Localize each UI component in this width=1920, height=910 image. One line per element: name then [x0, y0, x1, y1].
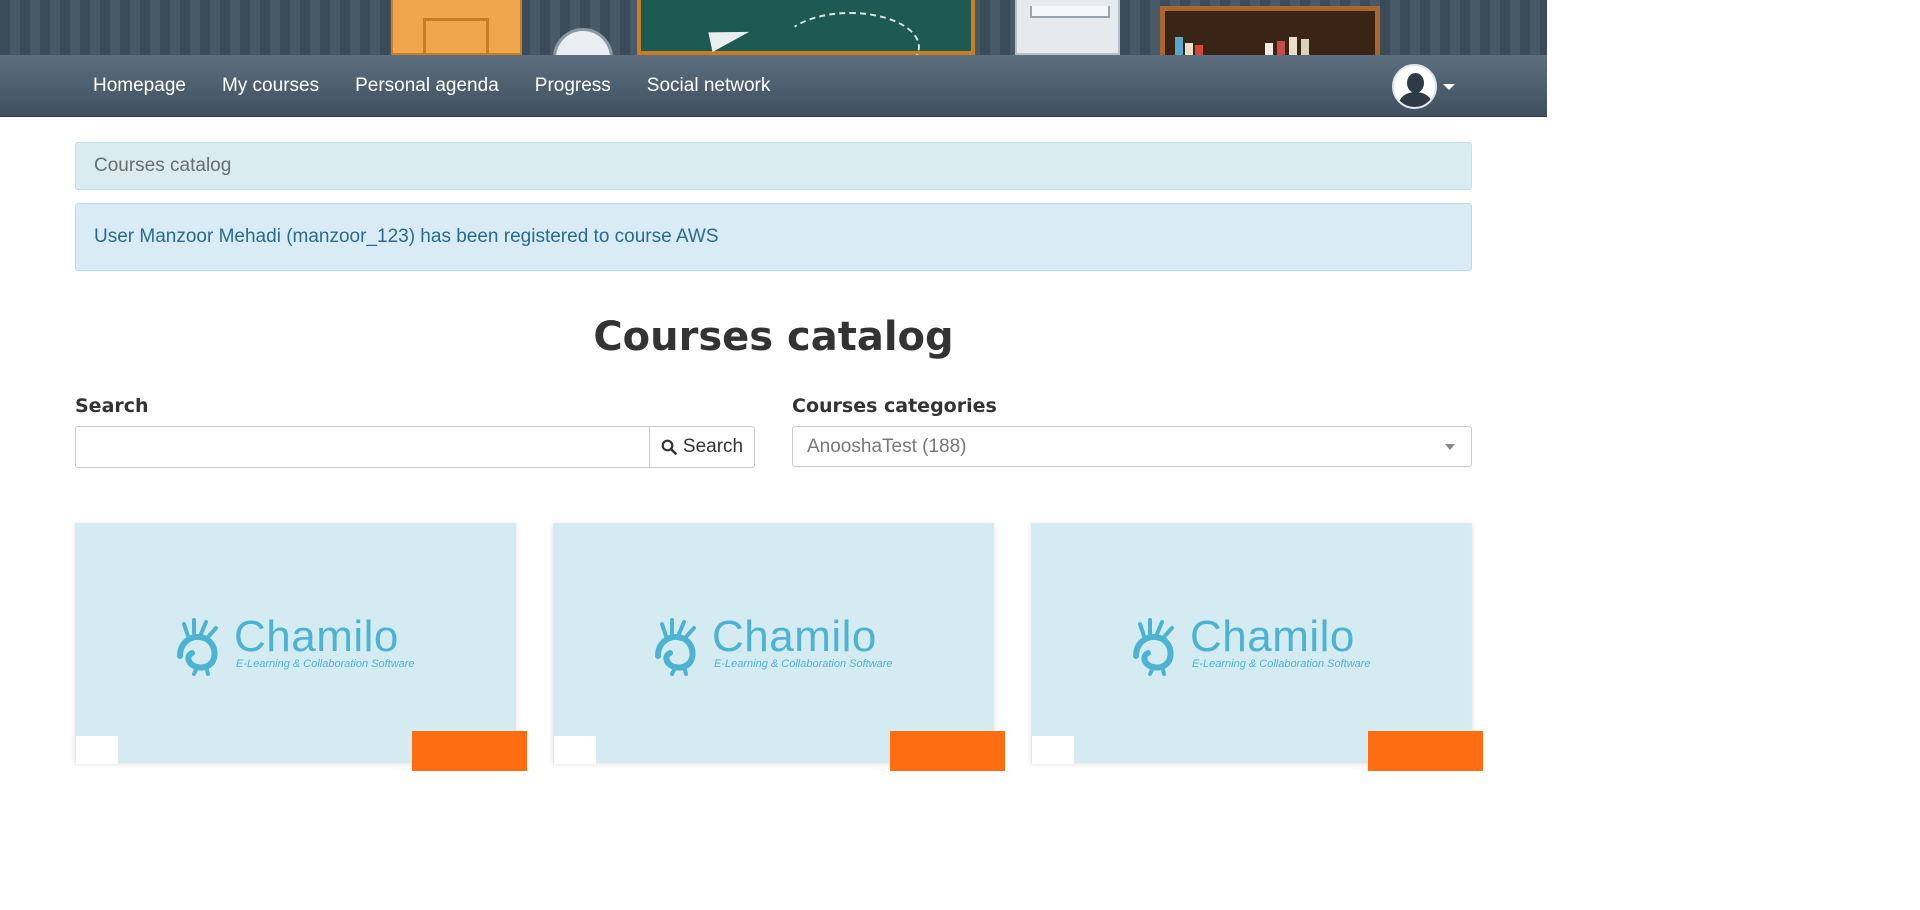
card-ribbon — [412, 731, 527, 771]
chameleon-icon — [1133, 618, 1174, 676]
categories-select[interactable]: AnooshaTest (188) — [792, 426, 1472, 467]
nav-item-social-network[interactable]: Social network — [629, 55, 789, 117]
header-banner — [0, 0, 1547, 55]
search-button-label: Search — [682, 436, 744, 457]
banner-book — [1277, 41, 1285, 55]
categories-label: Courses categories — [792, 395, 997, 417]
logo-text: Chamilo — [234, 612, 399, 661]
user-avatar[interactable] — [1392, 64, 1437, 109]
course-card[interactable]: Chamilo E-Learning & Collaboration Softw… — [1031, 523, 1483, 771]
banner-book — [1289, 37, 1297, 55]
banner-book — [1185, 43, 1193, 55]
course-card[interactable]: Chamilo E-Learning & Collaboration Softw… — [553, 523, 1005, 771]
banner-door-panel — [423, 18, 489, 55]
banner-bookshelf-illustration — [1160, 6, 1380, 55]
user-menu-caret-icon[interactable] — [1443, 84, 1455, 90]
logo-text: Chamilo — [712, 612, 877, 661]
course-card[interactable]: Chamilo E-Learning & Collaboration Softw… — [75, 523, 527, 771]
user-silhouette-icon — [1407, 73, 1424, 93]
nav-item-homepage[interactable]: Homepage — [75, 55, 204, 117]
logo-tagline: E-Learning & Collaboration Software — [1192, 658, 1371, 670]
search-input[interactable] — [75, 426, 650, 468]
chamilo-logo: Chamilo E-Learning & Collaboration Softw… — [1128, 612, 1378, 676]
banner-cabinet-drawer — [1030, 6, 1110, 18]
logo-tagline: E-Learning & Collaboration Software — [236, 658, 415, 670]
chevron-down-icon — [1445, 444, 1455, 450]
alert-message: User Manzoor Mehadi (manzoor_123) has be… — [94, 226, 719, 247]
logo-tagline: E-Learning & Collaboration Software — [714, 658, 893, 670]
banner-clock-illustration — [553, 28, 613, 55]
breadcrumb: Courses catalog — [75, 142, 1472, 190]
search-icon — [661, 439, 677, 455]
banner-book — [1301, 39, 1309, 55]
nav-item-progress[interactable]: Progress — [517, 55, 629, 117]
card-ribbon — [890, 731, 1005, 771]
breadcrumb-current: Courses catalog — [94, 155, 232, 176]
info-alert: User Manzoor Mehadi (manzoor_123) has be… — [75, 203, 1472, 271]
card-badge — [1032, 736, 1074, 764]
card-badge — [554, 736, 596, 764]
top-navbar: Homepage My courses Personal agenda Prog… — [0, 55, 1547, 117]
banner-book — [1265, 43, 1273, 55]
card-badge — [76, 736, 118, 764]
user-silhouette-body — [1399, 92, 1432, 107]
search-button[interactable]: Search — [649, 426, 755, 468]
nav-item-my-courses[interactable]: My courses — [204, 55, 337, 117]
chameleon-icon — [655, 618, 696, 676]
chamilo-logo: Chamilo E-Learning & Collaboration Softw… — [650, 612, 900, 676]
card-ribbon — [1368, 731, 1483, 771]
page-title: Courses catalog — [593, 314, 954, 360]
chameleon-icon — [177, 618, 218, 676]
banner-book — [1175, 37, 1183, 55]
nav-item-personal-agenda[interactable]: Personal agenda — [337, 55, 517, 117]
logo-text: Chamilo — [1190, 612, 1355, 661]
chamilo-logo: Chamilo E-Learning & Collaboration Softw… — [172, 612, 422, 676]
nav-menu: Homepage My courses Personal agenda Prog… — [75, 55, 788, 117]
categories-selected-value: AnooshaTest (188) — [807, 436, 967, 457]
banner-book — [1195, 45, 1203, 55]
search-label: Search — [75, 395, 149, 417]
